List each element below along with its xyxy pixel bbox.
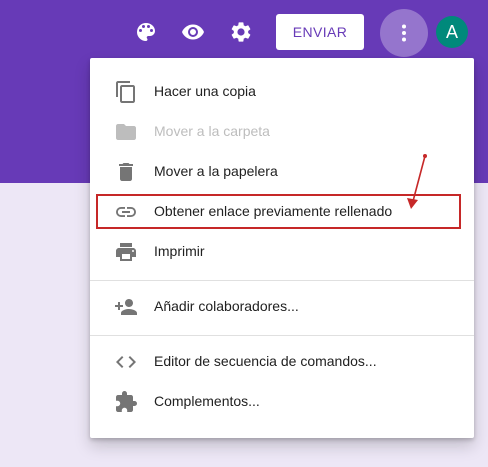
copy-icon	[114, 80, 138, 104]
add-people-icon	[114, 295, 138, 319]
menu-item-label: Editor de secuencia de comandos...	[154, 353, 377, 369]
menu-item-move-to-trash[interactable]: Mover a la papelera	[90, 152, 474, 192]
menu-item-get-prefilled-link[interactable]: Obtener enlace previamente rellenado	[90, 192, 474, 232]
menu-item-label: Complementos...	[154, 393, 260, 409]
menu-item-move-to-folder: Mover a la carpeta	[90, 112, 474, 152]
print-icon	[114, 240, 138, 264]
menu-item-addons[interactable]: Complementos...	[90, 382, 474, 422]
folder-icon	[114, 120, 138, 144]
more-options-menu: Hacer una copia Mover a la carpeta Mover…	[90, 58, 474, 438]
menu-item-label: Imprimir	[154, 243, 205, 259]
menu-item-label: Mover a la carpeta	[154, 123, 270, 139]
menu-item-label: Mover a la papelera	[154, 163, 278, 179]
menu-item-label: Añadir colaboradores...	[154, 298, 299, 314]
puzzle-icon	[114, 390, 138, 414]
avatar[interactable]: A	[436, 16, 468, 48]
menu-item-print[interactable]: Imprimir	[90, 232, 474, 272]
menu-divider	[90, 280, 474, 281]
menu-item-script-editor[interactable]: Editor de secuencia de comandos...	[90, 342, 474, 382]
trash-icon	[114, 160, 138, 184]
menu-item-label: Hacer una copia	[154, 83, 256, 99]
gear-icon[interactable]	[225, 16, 257, 48]
palette-icon[interactable]	[130, 16, 162, 48]
send-button[interactable]: ENVIAR	[276, 14, 364, 50]
eye-icon[interactable]	[177, 16, 209, 48]
more-vert-icon[interactable]	[380, 9, 428, 57]
code-icon	[114, 350, 138, 374]
menu-item-label: Obtener enlace previamente rellenado	[154, 203, 393, 219]
menu-item-make-copy[interactable]: Hacer una copia	[90, 72, 474, 112]
link-icon	[114, 200, 138, 224]
menu-divider	[90, 335, 474, 336]
menu-item-add-collaborators[interactable]: Añadir colaboradores...	[90, 287, 474, 327]
